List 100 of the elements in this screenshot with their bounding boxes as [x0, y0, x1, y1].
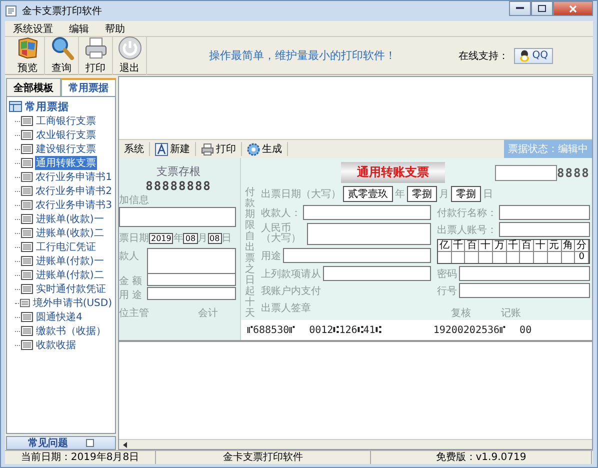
tree-item[interactable]: 进账单(收款)一 — [35, 212, 105, 226]
form-icon — [21, 256, 33, 266]
tree-item[interactable]: 建设银行支票 — [35, 142, 97, 156]
unit-label: 年 — [395, 188, 405, 201]
status-text: 免费版：v1.9.0719 — [371, 451, 592, 464]
field-label: 付款行名称： — [437, 206, 497, 220]
info-field[interactable] — [119, 207, 236, 227]
tree-item[interactable]: 农行业务申请书2 — [34, 184, 113, 198]
field-label: 收款人： — [261, 206, 301, 220]
field-label: 出票人账号： — [437, 224, 497, 236]
date-field[interactable]: 零捌 — [407, 186, 437, 202]
field-label: 票日期 — [119, 232, 149, 245]
form-icon — [21, 326, 33, 336]
tree-item[interactable]: 工商银行支票 — [35, 114, 97, 128]
form-icon — [21, 312, 33, 322]
date-field[interactable]: 2019 — [149, 232, 174, 244]
cheque-number: 8888 — [557, 166, 590, 180]
stub-number: 88888888 — [144, 179, 212, 193]
input-field[interactable] — [307, 223, 431, 245]
tree-item[interactable]: 缴款书（收据） — [35, 324, 107, 338]
field-label: 我账户内支付 — [261, 284, 322, 298]
signature-label: 位主管 — [119, 306, 149, 320]
support-label: 在线支持： — [458, 50, 508, 62]
unit-label: 月 — [439, 188, 449, 201]
date-field[interactable]: 贰零壹玖 — [343, 186, 393, 202]
form-icon — [21, 284, 33, 294]
tree-item[interactable]: 圆通快递4 — [35, 310, 84, 324]
form-icon — [20, 172, 33, 182]
tree-item[interactable]: 进账单(付款)二 — [35, 268, 105, 282]
tree-item[interactable]: 农业银行支票 — [35, 128, 97, 142]
field-label: 密码 — [437, 268, 457, 280]
date-field[interactable]: 零捌 — [451, 186, 481, 202]
tree-root[interactable]: 常用票据 — [25, 100, 69, 114]
faq-button[interactable]: 常见问题 — [6, 436, 116, 450]
minimize-button[interactable] — [509, 1, 531, 16]
tree-item[interactable]: 进账单(付款)一 — [35, 254, 105, 268]
date-field[interactable]: 08 — [183, 232, 198, 244]
tree-item[interactable]: 农行业务申请书1 — [34, 170, 113, 184]
window-title: 金卡支票打印软件 — [22, 4, 103, 18]
micr-code: ⑈688530⑈ — [247, 324, 296, 336]
tree-item[interactable]: 进账单(收款)二 — [35, 226, 105, 240]
tree-item[interactable]: 通用转账支票 — [35, 156, 97, 170]
qq-button[interactable]: QQ — [514, 48, 553, 64]
menu-item[interactable]: 帮助 — [105, 22, 125, 36]
tree-item[interactable]: 农行业务申请书3 — [34, 198, 113, 212]
signature-label: 记账 — [501, 306, 521, 320]
form-icon — [21, 144, 33, 154]
toolbar-button[interactable]: 打印 — [196, 142, 242, 156]
input-field[interactable] — [459, 283, 590, 298]
maximize-icon — [538, 5, 546, 12]
printer-icon — [201, 142, 214, 156]
gear-icon — [247, 142, 260, 156]
tree-item[interactable]: 实时通付款凭证 — [35, 282, 107, 296]
toolbar-button[interactable]: 预览 — [11, 36, 45, 75]
toolbar-button[interactable]: 打印 — [79, 36, 113, 75]
unit-label: 年 — [173, 232, 184, 245]
toolbar-button[interactable]: 生成 — [242, 142, 288, 156]
edit-icon — [155, 142, 168, 156]
input-field[interactable] — [459, 266, 590, 281]
app-icon — [5, 5, 17, 17]
tree-item[interactable]: 工行电汇凭证 — [35, 240, 97, 254]
stub-title: 支票存根 — [156, 164, 202, 179]
form-icon — [21, 130, 33, 140]
status-text: 金卡支票打印软件 — [156, 451, 371, 464]
scroll-left-icon[interactable] — [123, 442, 128, 448]
printer-icon — [84, 36, 108, 60]
input-field[interactable] — [495, 164, 557, 180]
date-field[interactable]: 08 — [208, 232, 222, 244]
input-field[interactable] — [303, 205, 431, 220]
toolbar-button[interactable]: 退出 — [113, 36, 147, 75]
status-badge: 票据状态：编辑中 — [504, 140, 592, 158]
map-book-icon — [16, 36, 40, 60]
input-field[interactable] — [147, 248, 236, 274]
penguin-icon — [519, 50, 530, 62]
field-label: 金 额 — [119, 274, 144, 288]
toolbar-button[interactable]: 新建 — [150, 142, 196, 156]
square-icon — [86, 439, 94, 447]
menu-item[interactable]: 系统设置 — [13, 22, 53, 36]
close-button[interactable] — [553, 1, 593, 16]
tree-item[interactable]: 收款收据 — [35, 338, 77, 352]
input-field[interactable] — [283, 248, 431, 263]
amount-grid[interactable]: 亿 千 百 十 万 千 百 十 元 角 分 0 — [437, 239, 590, 264]
input-field[interactable] — [499, 205, 590, 220]
form-icon — [21, 270, 33, 280]
menu-item[interactable]: 编辑 — [69, 22, 89, 36]
sidebar-tab[interactable]: 全部模板 — [6, 78, 61, 96]
micr-code: 19200202536⑈ — [433, 324, 506, 336]
field-label: 用途 — [261, 250, 281, 262]
search-icon — [50, 36, 74, 60]
input-field[interactable] — [147, 287, 236, 300]
toolbar-button[interactable]: 系统 — [119, 142, 150, 156]
field-label: 上列款项请从 — [261, 268, 321, 280]
input-field[interactable] — [147, 273, 236, 286]
field-label: 人民币（大写） — [261, 224, 302, 244]
input-field[interactable] — [499, 222, 590, 237]
maximize-button[interactable] — [531, 1, 553, 16]
tree-item[interactable]: 境外申请书(USD) — [32, 296, 113, 310]
input-field[interactable] — [323, 266, 431, 281]
sidebar-tab[interactable]: 常用票据 — [61, 78, 116, 96]
unit-label: 日 — [483, 188, 493, 201]
